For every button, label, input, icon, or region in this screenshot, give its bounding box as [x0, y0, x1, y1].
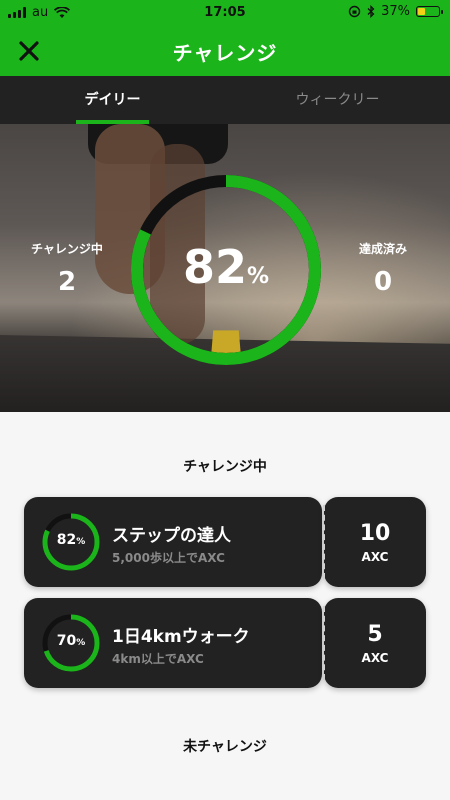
reward-unit: AXC: [361, 651, 389, 665]
challenge-reward: 10 AXC: [324, 521, 426, 564]
challenge-reward: 5 AXC: [324, 622, 426, 665]
challenge-percent: 82%: [56, 532, 86, 548]
reward-amount: 5: [367, 622, 383, 647]
challenge-percent: 70%: [56, 633, 86, 649]
section-title-active: チャレンジ中: [183, 459, 267, 475]
challenge-description: 4km以上でAXC: [112, 652, 204, 666]
overall-progress-ring: 82%: [128, 172, 324, 368]
app-header: チャレンジ: [0, 26, 450, 76]
challenge-card[interactable]: 82% ステップの達人 5,000歩以上でAXC 10 AXC: [24, 497, 426, 587]
overall-progress-unit: %: [246, 264, 270, 289]
challenge-name: 1日4kmウォーク: [112, 627, 250, 647]
reward-unit: AXC: [361, 550, 389, 564]
page-title: チャレンジ: [172, 41, 278, 65]
challenge-description: 5,000歩以上でAXC: [112, 551, 225, 565]
challenge-name: ステップの達人: [112, 526, 231, 546]
completed-label: 達成済み: [358, 242, 407, 256]
challenge-card[interactable]: 70% 1日4kmウォーク 4km以上でAXC 5 AXC: [24, 598, 426, 688]
summary-hero: チャレンジ中 2 82% 達成済み 0: [0, 124, 450, 412]
battery-percent: 37%: [381, 4, 410, 19]
status-right: 37%: [348, 4, 443, 19]
tab-daily-label: デイリー: [84, 92, 141, 108]
section-title-pending: 未チャレンジ: [183, 739, 267, 755]
battery-icon: [416, 6, 443, 17]
completed-stat: 達成済み 0: [328, 240, 438, 297]
bluetooth-icon: [367, 5, 375, 18]
tab-daily[interactable]: デイリー: [0, 76, 225, 124]
in-progress-label: チャレンジ中: [31, 242, 103, 256]
overall-progress-value: 82: [182, 240, 247, 294]
status-bar: au 17:05 37%: [0, 0, 450, 26]
overall-progress-text: 82%: [128, 240, 324, 294]
reward-amount: 10: [359, 521, 391, 546]
in-progress-stat: チャレンジ中 2: [12, 240, 122, 297]
tab-weekly[interactable]: ウィークリー: [225, 76, 450, 124]
completed-value: 0: [373, 267, 393, 297]
in-progress-value: 2: [57, 267, 77, 297]
rotation-lock-icon: [348, 5, 361, 18]
tab-bar: デイリー ウィークリー: [0, 76, 450, 124]
tab-weekly-label: ウィークリー: [295, 92, 380, 108]
